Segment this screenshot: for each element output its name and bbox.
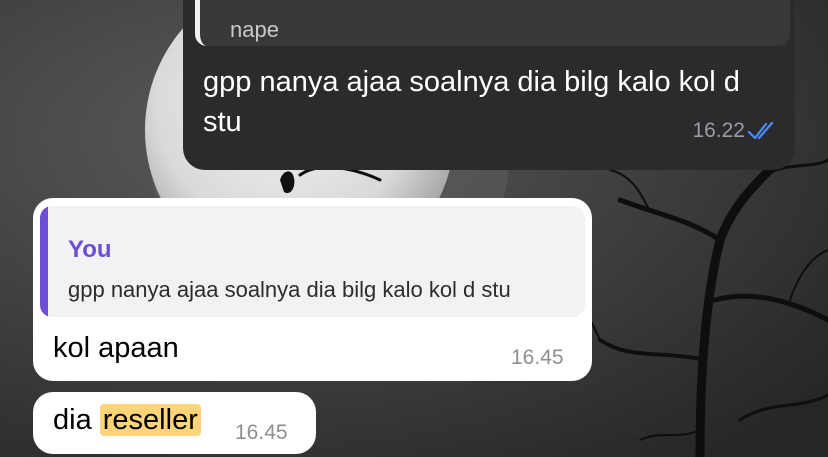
highlighted-word: reseller xyxy=(99,404,201,436)
reply-accent-bar xyxy=(40,206,48,317)
quoted-reply[interactable]: You gpp nanya ajaa soalnya dia bilg kalo… xyxy=(40,206,585,317)
message-text: dia reseller xyxy=(53,404,201,437)
reply-author: You xyxy=(68,236,112,263)
reply-preview[interactable]: nape xyxy=(195,0,790,46)
incoming-message-bubble[interactable]: dia reseller 16.45 xyxy=(33,392,316,454)
message-time: 16.45 xyxy=(511,346,564,369)
reply-preview-text: nape xyxy=(230,17,279,42)
outgoing-message-bubble[interactable]: nape gpp nanya ajaa soalnya dia bilg kal… xyxy=(183,0,795,170)
message-text: gpp nanya ajaa soalnya dia bilg kalo kol… xyxy=(203,66,740,138)
message-text-plain: dia xyxy=(53,404,100,436)
message-text: kol apaan xyxy=(53,332,179,364)
incoming-message-bubble[interactable]: You gpp nanya ajaa soalnya dia bilg kalo… xyxy=(33,198,592,381)
message-time: 16.45 xyxy=(235,421,288,444)
message-time: 16.22 xyxy=(692,119,745,142)
reply-quoted-text: gpp nanya ajaa soalnya dia bilg kalo kol… xyxy=(68,277,511,302)
double-check-icon xyxy=(747,121,774,140)
